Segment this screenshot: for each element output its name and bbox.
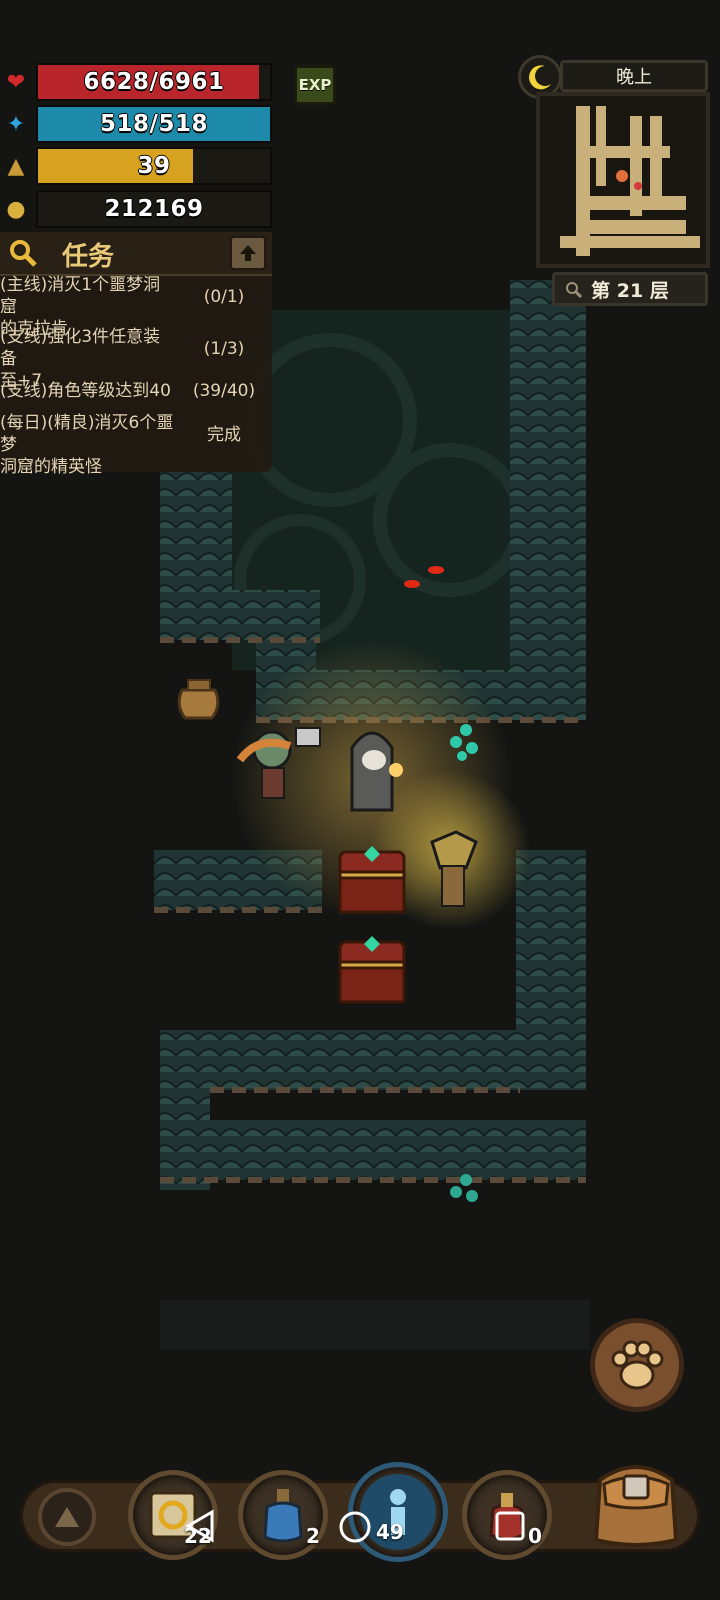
home-icon [339,1511,371,1543]
quest-panel: 任务 (主线)消灭1个噩梦洞窟 的克拉肯 (0/1) (支线)强化3件任意装备 至+… [0,232,272,477]
exp-label: EXP [298,76,332,94]
gold-value: 212169 [104,196,204,222]
pet-button[interactable] [590,1318,684,1412]
quest-item[interactable]: (主线)消灭1个噩梦洞窟 的克拉肯 (0/1) [0,274,272,339]
up-arrow-icon [55,1507,79,1527]
back-icon [185,1509,214,1543]
level-value: 39 [137,153,171,179]
hp-value: 6628/6961 [83,69,225,95]
hp-bar: 6628/6961 [36,63,272,101]
quest-title: 任务 [62,242,115,272]
quest-header: 任务 [0,232,272,276]
quest-progress: 完成 [207,425,241,445]
gold-icon: ● [6,196,26,222]
floor-text: 第 21 层 [591,279,669,302]
nav-back-button[interactable] [182,1508,218,1552]
level-icon: ▲ [7,153,25,179]
nav-home-button[interactable] [338,1510,372,1552]
backpack-button[interactable] [580,1440,692,1552]
floor-indicator[interactable]: 第 21 层 [552,272,708,306]
quest-item[interactable]: (支线)强化3件任意装备 至+7 (1/3) [0,326,272,391]
search-icon[interactable] [8,238,38,272]
quest-progress: (1/3) [203,339,245,359]
backpack-icon [593,1465,679,1547]
time-of-day-text: 晚上 [616,67,652,88]
mana-icon: ✦ [6,111,26,137]
paw-icon [611,1340,664,1390]
mp-bar: 518/518 [36,105,272,143]
potion-count: 2 [306,1524,320,1548]
level-bar: 39 [36,147,272,185]
collapse-quests-button[interactable] [230,236,266,270]
minimap[interactable] [536,92,710,268]
mp-value: 518/518 [100,111,208,137]
zoom-icon [566,282,583,299]
gold-bar: 212169 [36,190,272,228]
quest-item[interactable]: (支线)角色等级达到40 (39/40) [0,380,272,406]
recents-icon [495,1511,525,1541]
heart-icon: ❤ [6,69,26,95]
quest-progress: (0/1) [203,287,245,307]
food-count: 0 [528,1524,542,1548]
nav-recents-button[interactable] [494,1510,526,1550]
collapse-arrow-icon [240,245,256,261]
skill-count: 49 [376,1520,404,1544]
quest-item[interactable]: (每日)(精良)消灭6个噩梦 洞窟的精英怪 完成 [0,412,272,477]
quest-text: (每日)(精良)消灭6个噩梦 洞窟的精英怪 [0,413,174,477]
time-of-day-label: 晚上 [560,60,708,92]
quest-progress: (39/40) [192,381,256,401]
exp-button[interactable]: EXP [294,65,336,105]
quest-text: (支线)角色等级达到40 [0,381,171,401]
expand-hotbar-button[interactable] [38,1488,96,1546]
